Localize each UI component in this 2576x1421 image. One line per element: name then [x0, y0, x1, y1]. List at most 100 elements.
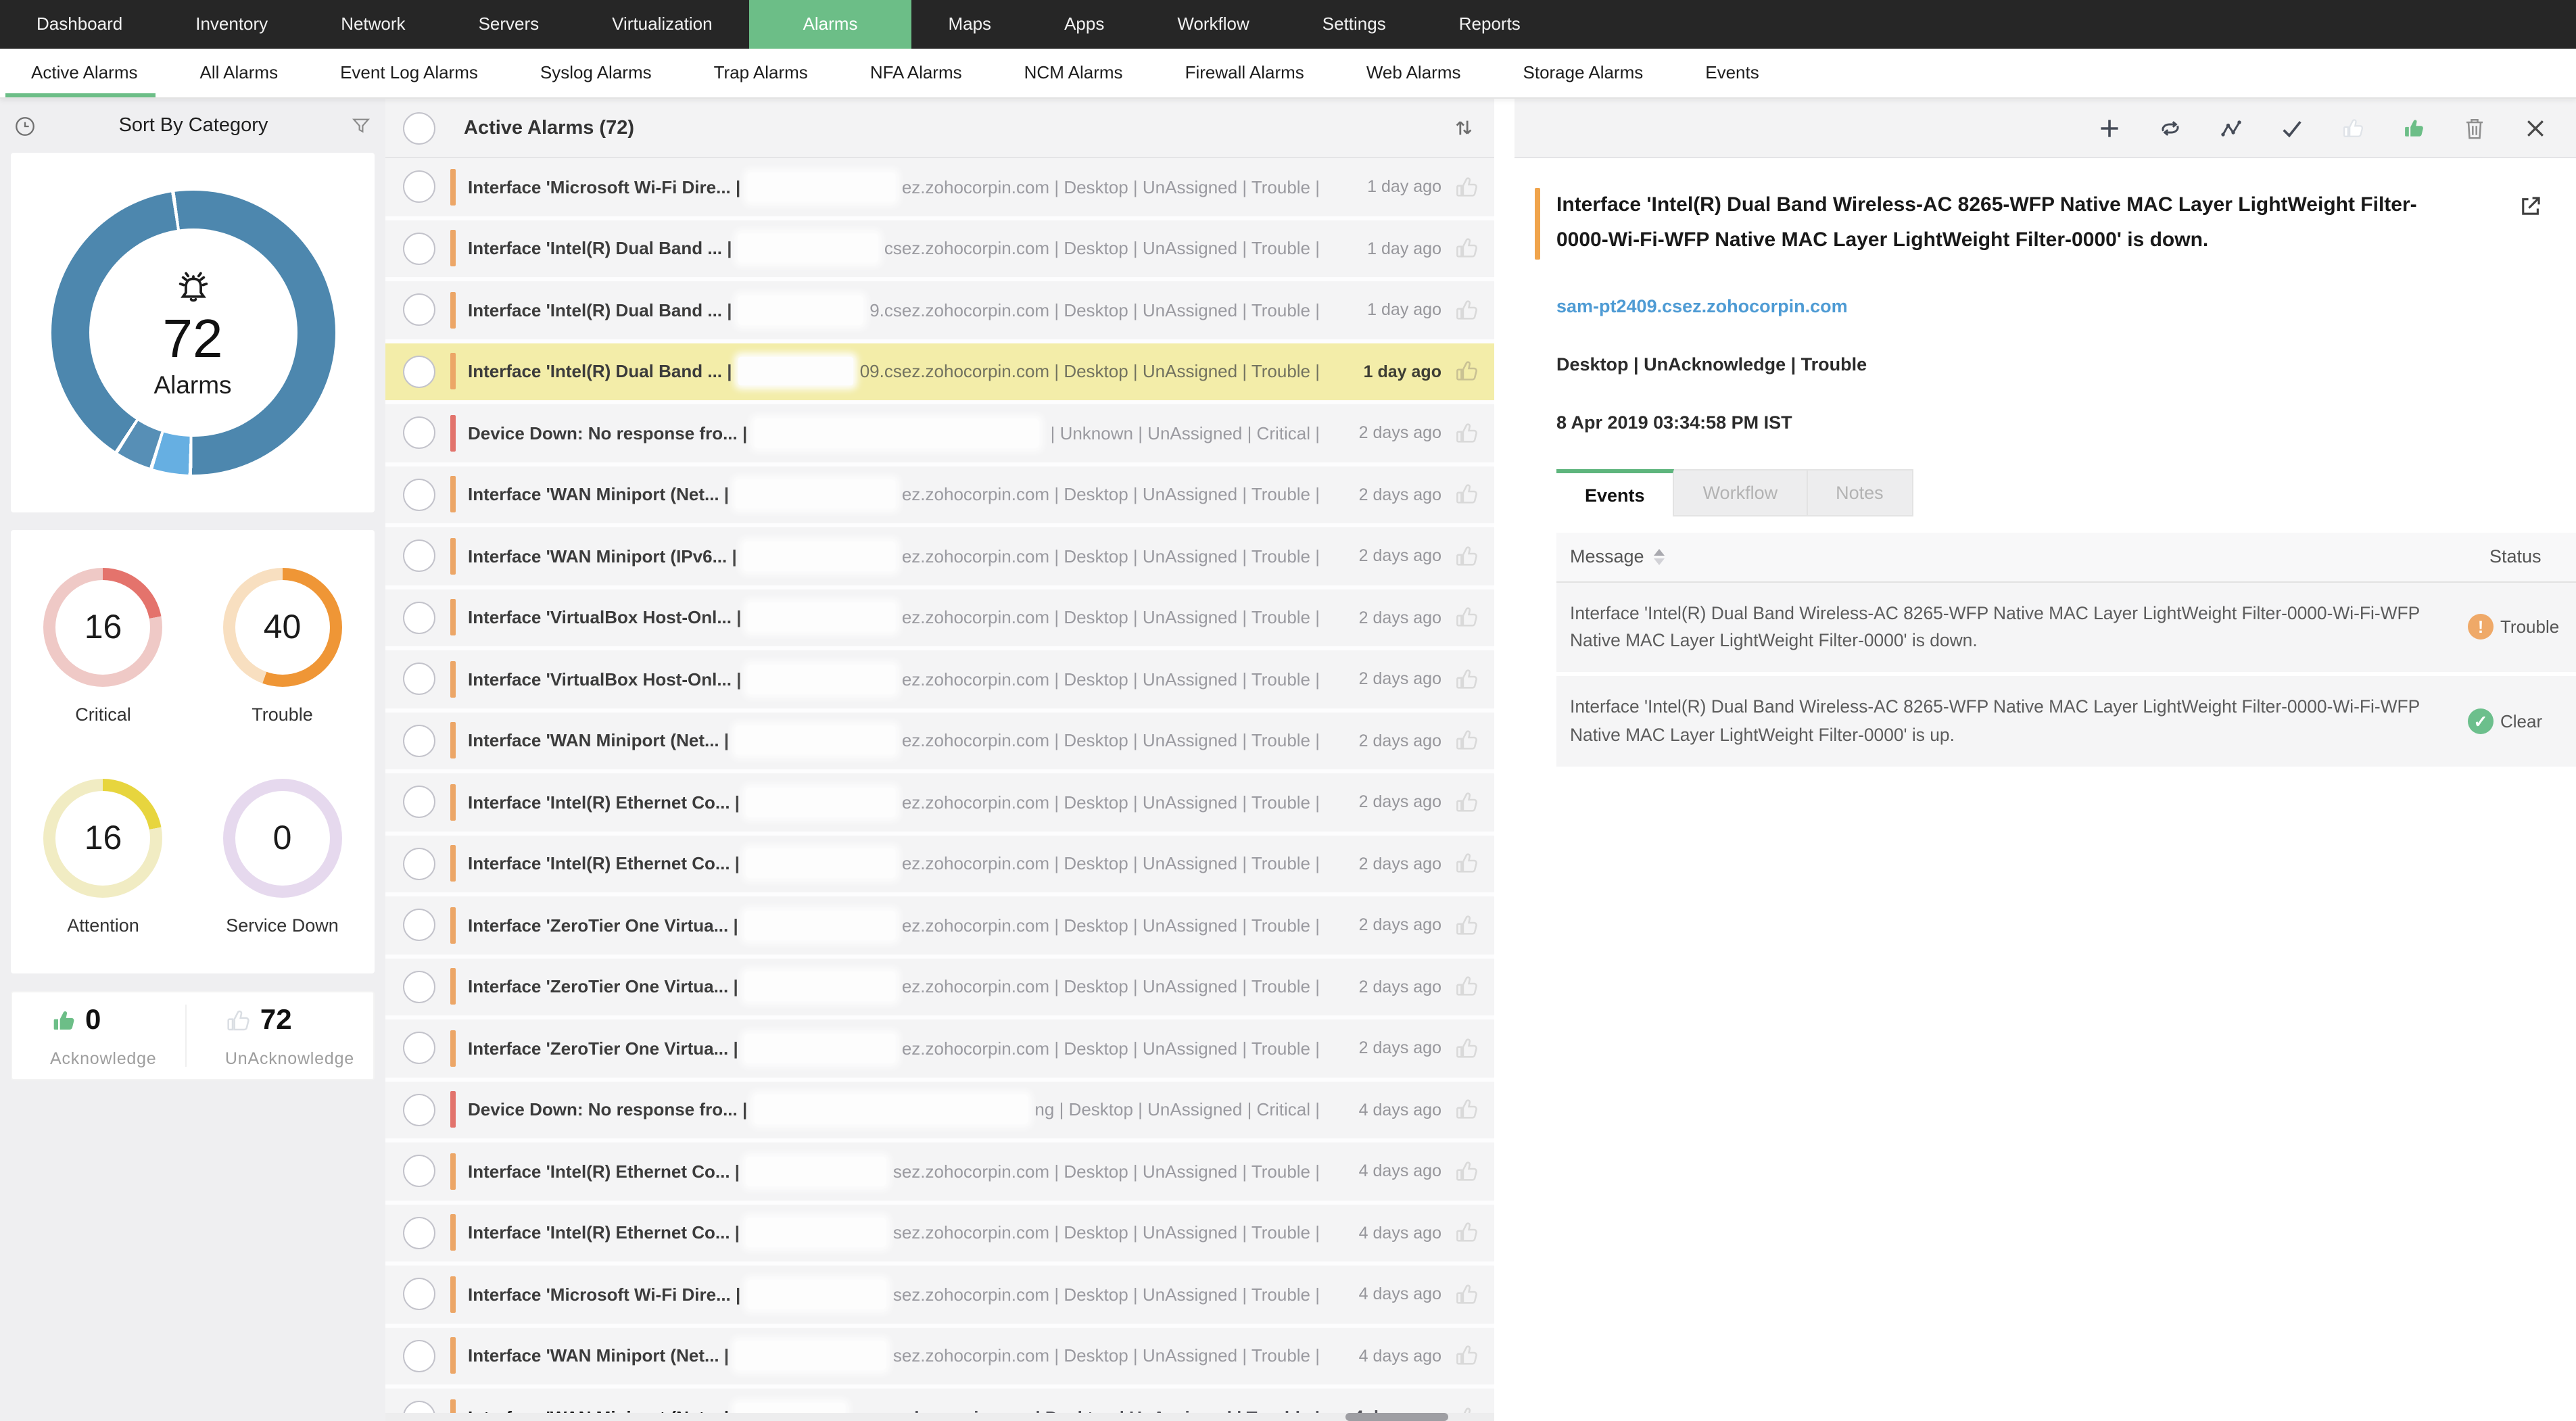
nav-item[interactable]: Alarms	[748, 0, 912, 49]
column-message[interactable]: Message	[1570, 546, 1644, 567]
thumbs-up-icon[interactable]	[1454, 605, 1479, 631]
detail-tab[interactable]: Notes	[1807, 468, 1913, 516]
alarm-donut-chart[interactable]: 72 Alarms	[51, 191, 335, 475]
column-status[interactable]: Status	[2489, 546, 2576, 567]
row-checkbox[interactable]	[403, 1216, 435, 1249]
alarm-row[interactable]: Interface 'WAN Miniport (Net... | ez.zoh…	[385, 466, 1494, 527]
subtab[interactable]: Active Alarms	[0, 49, 169, 97]
event-row[interactable]: Interface 'Intel(R) Dual Band Wireless-A…	[1556, 582, 2576, 677]
acknowledge-check-icon[interactable]	[2280, 116, 2304, 140]
thumbs-up-icon[interactable]	[1454, 790, 1479, 815]
add-icon[interactable]	[2097, 116, 2122, 140]
thumbs-up-icon[interactable]	[1454, 1159, 1479, 1184]
alarm-row[interactable]: Interface 'Intel(R) Dual Band ... | 09.c…	[385, 343, 1494, 404]
row-checkbox[interactable]	[403, 1093, 435, 1126]
event-row[interactable]: Interface 'Intel(R) Dual Band Wireless-A…	[1556, 676, 2576, 771]
alarm-row[interactable]: Interface 'Intel(R) Dual Band ... | 9.cs…	[385, 281, 1494, 343]
alarm-row[interactable]: Interface 'VirtualBox Host-Onl... | ez.z…	[385, 589, 1494, 650]
row-checkbox[interactable]	[403, 170, 435, 203]
nav-item[interactable]: Virtualization	[575, 0, 748, 49]
alarm-row[interactable]: Interface 'Microsoft Wi-Fi Dire... | ez.…	[385, 158, 1494, 220]
horizontal-scrollbar[interactable]	[385, 1413, 1494, 1421]
row-checkbox[interactable]	[403, 232, 435, 265]
thumbs-up-icon[interactable]	[1454, 482, 1479, 508]
subtab[interactable]: Web Alarms	[1335, 49, 1492, 97]
delete-icon[interactable]	[2462, 116, 2487, 140]
nav-item[interactable]: Apps	[1028, 0, 1141, 49]
subtab[interactable]: NFA Alarms	[839, 49, 993, 97]
subtab[interactable]: Storage Alarms	[1492, 49, 1675, 97]
sort-icon[interactable]	[1451, 115, 1477, 141]
recurrence-loop-icon[interactable]	[2158, 116, 2183, 140]
thumbs-up-icon[interactable]	[1454, 1097, 1479, 1123]
device-link[interactable]: sam-pt2409.csez.zohocorpin.com	[1556, 295, 2576, 316]
scrollbar-thumb[interactable]	[1345, 1413, 1448, 1421]
thumbs-up-icon[interactable]	[1454, 174, 1479, 200]
nav-item[interactable]: Servers	[442, 0, 576, 49]
row-checkbox[interactable]	[403, 1278, 435, 1311]
thumbs-up-icon[interactable]	[1454, 359, 1479, 385]
severity-ring[interactable]: 40 Trouble	[222, 568, 342, 725]
thumbs-up-green-icon[interactable]	[2402, 116, 2426, 140]
thumbs-up-icon[interactable]	[1454, 1282, 1479, 1307]
row-checkbox[interactable]	[403, 416, 435, 450]
row-checkbox[interactable]	[403, 909, 435, 942]
alarm-row[interactable]: Interface 'Intel(R) Dual Band ... | csez…	[385, 220, 1494, 281]
subtab[interactable]: Trap Alarms	[683, 49, 839, 97]
thumbs-up-icon[interactable]	[1454, 544, 1479, 569]
row-checkbox[interactable]	[403, 970, 435, 1003]
alarm-row[interactable]: Interface 'WAN Miniport (Net... | sez.zo…	[385, 1327, 1494, 1389]
subtab[interactable]: NCM Alarms	[993, 49, 1154, 97]
thumbs-up-icon[interactable]	[1454, 1343, 1479, 1369]
subtab[interactable]: Firewall Alarms	[1154, 49, 1335, 97]
row-checkbox[interactable]	[403, 355, 435, 388]
filter-icon[interactable]	[350, 115, 372, 137]
alarm-row[interactable]: Interface 'ZeroTier One Virtua... | ez.z…	[385, 896, 1494, 958]
nav-item[interactable]: Dashboard	[0, 0, 159, 49]
thumbs-up-icon[interactable]	[1454, 1220, 1479, 1246]
alarm-row[interactable]: Interface 'ZeroTier One Virtua... | ez.z…	[385, 958, 1494, 1019]
subtab[interactable]: All Alarms	[169, 49, 310, 97]
unacknowledge-stat[interactable]: 72 UnAcknowledge	[187, 1004, 373, 1067]
row-checkbox[interactable]	[403, 478, 435, 511]
history-clock-icon[interactable]	[14, 114, 37, 137]
subtab[interactable]: Event Log Alarms	[309, 49, 509, 97]
thumbs-up-icon[interactable]	[1454, 667, 1479, 692]
row-checkbox[interactable]	[403, 724, 435, 757]
thumbs-up-icon[interactable]	[1454, 728, 1479, 754]
alarm-row[interactable]: Interface 'Intel(R) Ethernet Co... | sez…	[385, 1204, 1494, 1266]
nav-item[interactable]: Settings	[1286, 0, 1423, 49]
severity-ring[interactable]: 16 Critical	[43, 568, 163, 725]
alarm-row[interactable]: Device Down: No response fro... | | Unkn…	[385, 404, 1494, 466]
acknowledge-stat[interactable]: 0 Acknowledge	[12, 1004, 186, 1067]
detail-tab[interactable]: Workflow	[1674, 468, 1808, 516]
row-checkbox[interactable]	[403, 539, 435, 573]
select-all-checkbox[interactable]	[403, 112, 435, 144]
alarm-row[interactable]: Interface 'ZeroTier One Virtua... | ez.z…	[385, 1019, 1494, 1081]
row-checkbox[interactable]	[403, 847, 435, 880]
row-checkbox[interactable]	[403, 663, 435, 696]
row-checkbox[interactable]	[403, 1339, 435, 1372]
severity-ring[interactable]: 16 Attention	[43, 779, 163, 936]
row-checkbox[interactable]	[403, 1155, 435, 1188]
alarm-row[interactable]: Interface 'VirtualBox Host-Onl... | ez.z…	[385, 650, 1494, 712]
thumbs-up-icon[interactable]	[1454, 974, 1479, 1000]
subtab[interactable]: Syslog Alarms	[509, 49, 683, 97]
subtab[interactable]: Events	[1674, 49, 1790, 97]
alarm-row[interactable]: Interface 'Intel(R) Ethernet Co... | ez.…	[385, 773, 1494, 835]
alarm-row[interactable]: Interface 'WAN Miniport (IPv6... | ez.zo…	[385, 527, 1494, 589]
thumbs-up-outline-icon[interactable]	[2341, 116, 2365, 140]
thumbs-up-icon[interactable]	[1454, 851, 1479, 877]
detail-tab[interactable]: Events	[1556, 468, 1675, 516]
alarm-row[interactable]: Device Down: No response fro... | ng | D…	[385, 1081, 1494, 1142]
nav-item[interactable]: Workflow	[1141, 0, 1285, 49]
alarm-row[interactable]: Interface 'WAN Miniport (Net... | ez.zoh…	[385, 712, 1494, 773]
severity-ring[interactable]: 0 Service Down	[222, 779, 342, 936]
alarm-row[interactable]: Interface 'Intel(R) Ethernet Co... | sez…	[385, 1142, 1494, 1204]
workflow-graph-icon[interactable]	[2219, 116, 2243, 140]
external-link-icon[interactable]	[2518, 193, 2544, 219]
row-checkbox[interactable]	[403, 293, 435, 327]
nav-item[interactable]: Network	[304, 0, 442, 49]
nav-item[interactable]: Maps	[911, 0, 1028, 49]
thumbs-up-icon[interactable]	[1454, 236, 1479, 262]
